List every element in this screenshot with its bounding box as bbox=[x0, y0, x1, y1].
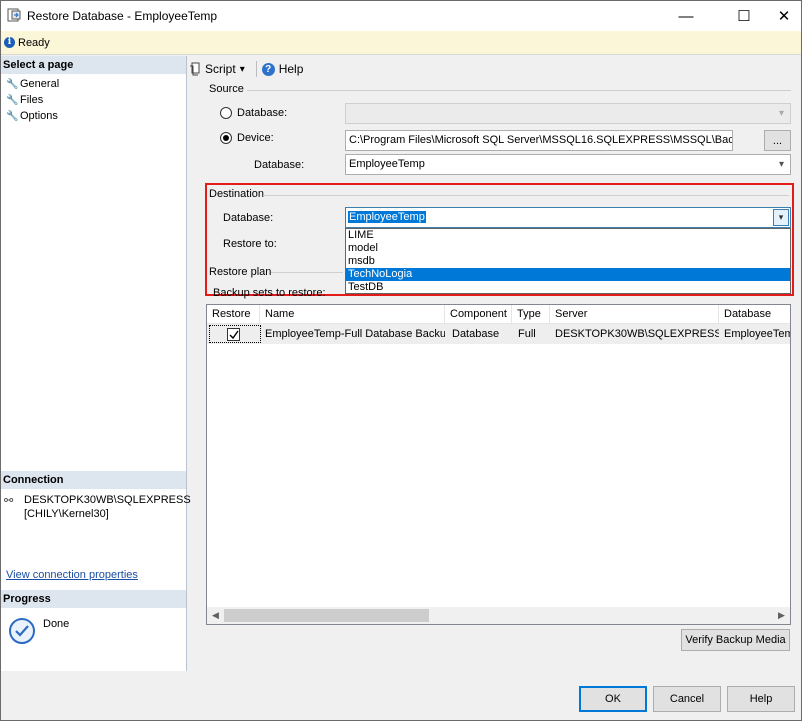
select-page-header: Select a page bbox=[1, 56, 186, 74]
table-row[interactable]: EmployeeTemp-Full Database Backup Databa… bbox=[207, 324, 790, 344]
restore-plan-divider bbox=[271, 272, 343, 273]
toolbar-separator bbox=[255, 61, 257, 77]
wrench-icon: 🔧 bbox=[6, 95, 19, 106]
status-text: Ready bbox=[18, 37, 50, 49]
window-title: Restore Database - EmployeeTemp bbox=[27, 9, 218, 23]
column-header-component[interactable]: Component bbox=[445, 305, 512, 324]
info-icon: i bbox=[4, 37, 15, 48]
chevron-down-icon: ▾ bbox=[778, 108, 785, 119]
destination-divider bbox=[263, 195, 789, 196]
dropdown-option[interactable]: model bbox=[346, 242, 790, 255]
page-item-label: General bbox=[20, 78, 60, 90]
app-icon bbox=[7, 8, 21, 22]
chevron-down-icon: ▾ bbox=[778, 159, 785, 170]
database-radio[interactable] bbox=[220, 107, 232, 119]
column-header-server[interactable]: Server bbox=[550, 305, 719, 324]
destination-database-label: Database: bbox=[223, 212, 274, 224]
title-bar: Restore Database - EmployeeTemp — ☐ ✕ bbox=[1, 1, 801, 31]
view-connection-properties-link[interactable]: View connection properties bbox=[6, 569, 138, 581]
destination-database-combo[interactable]: EmployeeTemp ▾ bbox=[345, 207, 791, 228]
connection-header: Connection bbox=[1, 471, 186, 489]
destination-database-dropdown: LIME model msdb TechNoLogia TestDB bbox=[345, 228, 791, 294]
page-item-options[interactable]: 🔧 Options bbox=[6, 110, 58, 122]
script-icon bbox=[190, 62, 200, 76]
cell-component: Database bbox=[452, 328, 500, 340]
page-item-general[interactable]: 🔧 General bbox=[6, 78, 59, 90]
toolbar: Script ▾ ? Help bbox=[189, 60, 309, 78]
status-bar: i Ready bbox=[1, 31, 801, 55]
verify-backup-media-button[interactable]: Verify Backup Media bbox=[681, 629, 790, 651]
backup-sets-grid: Restore Name Component Type Server Datab… bbox=[206, 304, 791, 625]
source-database-select[interactable]: EmployeeTemp ▾ bbox=[345, 154, 791, 175]
page-item-files[interactable]: 🔧 Files bbox=[6, 94, 43, 106]
source-divider bbox=[247, 90, 791, 91]
progress-status: Done bbox=[43, 618, 70, 630]
dropdown-option[interactable]: msdb bbox=[346, 255, 790, 268]
browse-button[interactable]: ... bbox=[764, 130, 791, 151]
cancel-button[interactable]: Cancel bbox=[653, 686, 721, 712]
cell-database: EmployeeTemp bbox=[724, 328, 790, 340]
column-header-name[interactable]: Name bbox=[260, 305, 445, 324]
device-radio[interactable] bbox=[220, 132, 232, 144]
page-item-label: Options bbox=[20, 110, 58, 122]
script-button[interactable]: Script ▾ bbox=[189, 62, 245, 76]
minimize-button[interactable]: — bbox=[663, 1, 709, 31]
backup-sets-label: Backup sets to restore: bbox=[213, 287, 326, 299]
scrollbar-thumb[interactable] bbox=[224, 609, 429, 622]
database-radio-label: Database: bbox=[237, 107, 288, 119]
source-database-combo: ▾ bbox=[345, 103, 791, 124]
source-header: Source bbox=[209, 83, 244, 95]
column-header-database[interactable]: Database bbox=[719, 305, 790, 324]
restore-database-window: Restore Database - EmployeeTemp — ☐ ✕ i … bbox=[0, 0, 802, 721]
dropdown-option[interactable]: LIME bbox=[346, 229, 790, 242]
device-path-field[interactable]: C:\Program Files\Microsoft SQL Server\MS… bbox=[345, 130, 733, 151]
script-label: Script bbox=[205, 62, 236, 76]
dropdown-option-highlighted[interactable]: TechNoLogia bbox=[346, 268, 790, 281]
check-done-icon bbox=[9, 618, 35, 644]
destination-header: Destination bbox=[209, 188, 265, 200]
scroll-right-icon[interactable]: ▶ bbox=[773, 607, 790, 624]
source-database-label: Database: bbox=[254, 159, 305, 171]
cell-server: DESKTOPK30WB\SQLEXPRESS bbox=[555, 328, 719, 340]
device-radio-label: Device: bbox=[237, 132, 274, 144]
chevron-down-icon: ▾ bbox=[239, 63, 245, 75]
wrench-icon: 🔧 bbox=[6, 111, 19, 122]
wrench-icon: 🔧 bbox=[6, 79, 19, 90]
chevron-down-icon[interactable]: ▾ bbox=[773, 209, 789, 226]
horizontal-scrollbar[interactable]: ◀ ▶ bbox=[207, 607, 790, 624]
source-database-value: EmployeeTemp bbox=[349, 158, 425, 170]
help-button[interactable]: Help bbox=[727, 686, 795, 712]
column-header-type[interactable]: Type bbox=[512, 305, 550, 324]
restore-to-label: Restore to: bbox=[223, 238, 277, 250]
restore-plan-header: Restore plan bbox=[209, 266, 272, 278]
help-icon: ? bbox=[261, 62, 275, 76]
dropdown-option[interactable]: TestDB bbox=[346, 281, 790, 294]
ok-button[interactable]: OK bbox=[579, 686, 647, 712]
progress-header: Progress bbox=[1, 590, 186, 608]
server-connection-icon: ⚯ bbox=[4, 495, 14, 507]
page-item-label: Files bbox=[20, 94, 44, 106]
scroll-left-icon[interactable]: ◀ bbox=[207, 607, 224, 624]
help-label: Help bbox=[278, 62, 304, 76]
close-button[interactable]: ✕ bbox=[761, 1, 802, 31]
connection-info: DESKTOPK30WB\SQLEXPRESS [CHILY\Kernel30] bbox=[24, 494, 191, 520]
column-header-restore[interactable]: Restore bbox=[207, 305, 260, 324]
cell-type: Full bbox=[518, 328, 536, 340]
restore-checkbox[interactable] bbox=[227, 328, 240, 341]
destination-database-value: EmployeeTemp bbox=[348, 211, 426, 223]
cell-name: EmployeeTemp-Full Database Backup bbox=[265, 328, 445, 340]
grid-header: Restore Name Component Type Server Datab… bbox=[207, 305, 790, 324]
help-toolbar-button[interactable]: ? Help bbox=[261, 62, 304, 76]
